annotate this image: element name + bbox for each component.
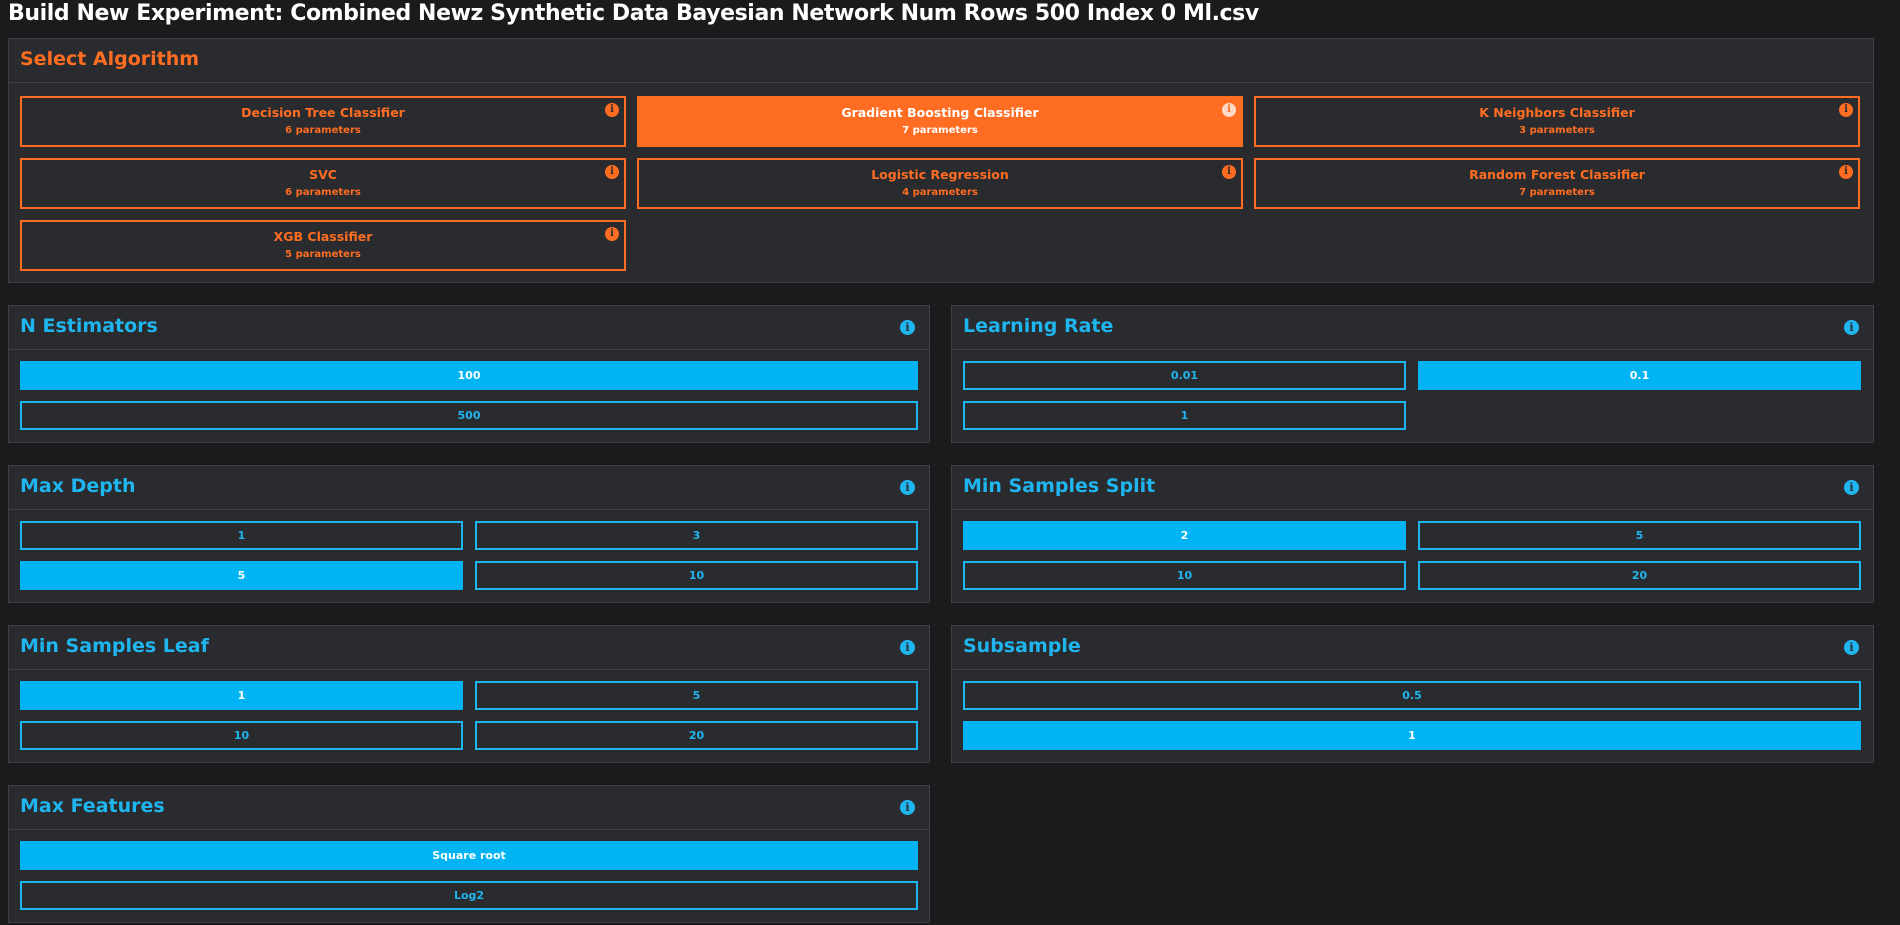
algorithm-param-count: 7 parameters [902,125,978,136]
option-button[interactable]: 5 [475,681,918,710]
panel-header: Max Depth i [9,466,929,510]
algorithm-panel-title: Select Algorithm [20,48,200,70]
panel-header: Subsample i [952,626,1873,670]
algorithm-name: SVC [309,167,337,182]
panel-header: N Estimators i [9,306,929,350]
algorithm-param-count: 3 parameters [1519,125,1595,136]
info-icon[interactable]: i [900,480,915,495]
option-button[interactable]: 5 [1418,521,1861,550]
min-samples-split-panel: Min Samples Split i 2 5 10 20 [951,465,1874,603]
info-icon[interactable]: i [1839,165,1853,179]
algorithm-name: Gradient Boosting Classifier [841,105,1039,120]
info-icon[interactable]: i [1839,103,1853,117]
algorithm-name: XGB Classifier [273,229,373,244]
option-button[interactable]: 10 [475,561,918,590]
option-button[interactable]: 10 [963,561,1406,590]
option-button[interactable]: 1 [20,521,463,550]
option-button[interactable]: 0.01 [963,361,1406,390]
algorithm-panel: Select Algorithm Decision Tree Classifie… [8,38,1874,283]
option-button[interactable]: 0.5 [963,681,1861,710]
info-icon[interactable]: i [605,227,619,241]
info-icon[interactable]: i [605,103,619,117]
max-features-panel: Max Features i Square root Log2 [8,785,930,923]
info-icon[interactable]: i [900,320,915,335]
algorithm-card-k-neighbors[interactable]: K Neighbors Classifier 3 parameters i [1254,96,1860,147]
learning-rate-panel: Learning Rate i 0.01 0.1 1 [951,305,1874,443]
panel-header: Max Features i [9,786,929,830]
min-samples-leaf-panel: Min Samples Leaf i 1 5 10 20 [8,625,930,763]
option-button[interactable]: 1 [963,721,1861,750]
algorithm-name: Decision Tree Classifier [241,105,405,120]
info-icon[interactable]: i [1222,165,1236,179]
option-button[interactable]: 1 [963,401,1406,430]
page-title: Build New Experiment: Combined Newz Synt… [8,1,1259,26]
info-icon[interactable]: i [1222,103,1236,117]
info-icon[interactable]: i [605,165,619,179]
algorithm-param-count: 5 parameters [285,249,361,260]
option-button[interactable]: 2 [963,521,1406,550]
panel-title: Min Samples Leaf [20,635,209,657]
option-button[interactable]: 500 [20,401,918,430]
algorithm-name: Random Forest Classifier [1469,167,1645,182]
option-button[interactable]: 3 [475,521,918,550]
max-depth-panel: Max Depth i 1 3 5 10 [8,465,930,603]
option-button[interactable]: 100 [20,361,918,390]
panel-title: Max Features [20,795,165,817]
panel-header: Min Samples Split i [952,466,1873,510]
info-icon[interactable]: i [1844,480,1859,495]
option-button[interactable]: 5 [20,561,463,590]
panel-title: Subsample [963,635,1081,657]
panel-title: N Estimators [20,315,158,337]
option-button[interactable]: 20 [475,721,918,750]
algorithm-card-random-forest[interactable]: Random Forest Classifier 7 parameters i [1254,158,1860,209]
algorithm-card-decision-tree[interactable]: Decision Tree Classifier 6 parameters i [20,96,626,147]
algorithm-param-count: 6 parameters [285,187,361,198]
info-icon[interactable]: i [900,800,915,815]
algorithm-param-count: 4 parameters [902,187,978,198]
info-icon[interactable]: i [900,640,915,655]
panel-title: Learning Rate [963,315,1114,337]
algorithm-param-count: 6 parameters [285,125,361,136]
algorithm-panel-header: Select Algorithm [9,39,1873,83]
algorithm-param-count: 7 parameters [1519,187,1595,198]
option-button[interactable]: 0.1 [1418,361,1861,390]
panel-header: Min Samples Leaf i [9,626,929,670]
algorithm-card-xgb[interactable]: XGB Classifier 5 parameters i [20,220,626,271]
option-button[interactable]: 10 [20,721,463,750]
algorithm-card-svc[interactable]: SVC 6 parameters i [20,158,626,209]
subsample-panel: Subsample i 0.5 1 [951,625,1874,763]
panel-title: Max Depth [20,475,136,497]
algorithm-name: K Neighbors Classifier [1479,105,1635,120]
option-button[interactable]: Square root [20,841,918,870]
algorithm-name: Logistic Regression [871,167,1009,182]
n-estimators-panel: N Estimators i 100 500 [8,305,930,443]
algorithm-card-logistic-regression[interactable]: Logistic Regression 4 parameters i [637,158,1243,209]
option-button[interactable]: 20 [1418,561,1861,590]
info-icon[interactable]: i [1844,640,1859,655]
panel-header: Learning Rate i [952,306,1873,350]
info-icon[interactable]: i [1844,320,1859,335]
algorithm-card-gradient-boosting[interactable]: Gradient Boosting Classifier 7 parameter… [637,96,1243,147]
option-button[interactable]: 1 [20,681,463,710]
panel-title: Min Samples Split [963,475,1156,497]
option-button[interactable]: Log2 [20,881,918,910]
